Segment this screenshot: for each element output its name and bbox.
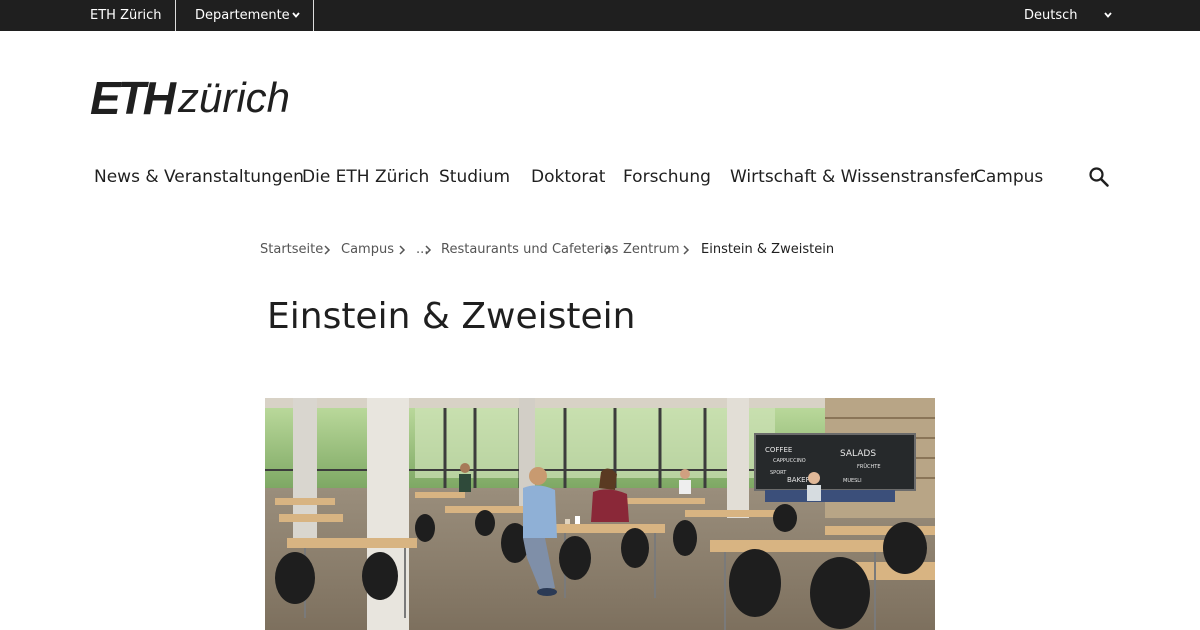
eth-home-link[interactable]: ETH Zürich bbox=[90, 0, 162, 31]
chalkboard-word: SPORT bbox=[770, 470, 787, 476]
chalkboard-word: COFFEE bbox=[765, 446, 792, 454]
nav-item-campus[interactable]: Campus bbox=[974, 165, 1043, 189]
chalkboard-word: CAPPUCCINO bbox=[773, 458, 806, 464]
breadcrumb-current: Einstein & Zweistein bbox=[701, 242, 835, 257]
chevron-right-icon bbox=[683, 245, 690, 255]
chalkboard-word: SALADS bbox=[840, 449, 876, 459]
chevron-right-icon bbox=[605, 245, 612, 255]
hero-image: COFFEE SALADS CAPPUCCINO FRÜCHTE SPORT B… bbox=[265, 398, 935, 630]
chevron-down-icon bbox=[292, 12, 300, 18]
chalkboard-word: MUESLI bbox=[843, 478, 862, 484]
chevron-right-icon bbox=[324, 245, 331, 255]
logo-zurich-text: zürich bbox=[178, 74, 291, 121]
language-label: Deutsch bbox=[1024, 8, 1078, 23]
top-bar-divider bbox=[313, 0, 314, 31]
breadcrumb-item[interactable]: Campus bbox=[341, 241, 394, 259]
nav-item-die-eth[interactable]: Die ETH Zürich bbox=[302, 165, 429, 189]
eth-zurich-logo[interactable]: ETH zürich bbox=[90, 72, 300, 124]
language-dropdown[interactable]: Deutsch bbox=[1024, 0, 1120, 31]
cafeteria-photo: COFFEE SALADS CAPPUCCINO FRÜCHTE SPORT B… bbox=[265, 398, 935, 630]
search-icon[interactable] bbox=[1088, 166, 1110, 188]
page-title: Einstein & Zweistein bbox=[267, 296, 636, 337]
chalkboard-word: FRÜCHTE bbox=[857, 463, 880, 470]
nav-item-studium[interactable]: Studium bbox=[439, 165, 510, 189]
breadcrumb-item[interactable]: Zentrum bbox=[623, 241, 680, 259]
top-bar: ETH Zürich Departemente Deutsch bbox=[0, 0, 1200, 31]
nav-item-forschung[interactable]: Forschung bbox=[623, 165, 711, 189]
chevron-right-icon bbox=[399, 245, 406, 255]
breadcrumb-item[interactable]: Startseite bbox=[260, 241, 323, 259]
breadcrumb-item[interactable]: Restaurants und Cafeterias bbox=[441, 241, 618, 259]
logo-eth-text: ETH bbox=[90, 72, 176, 124]
departments-label: Departemente bbox=[195, 8, 290, 23]
chevron-right-icon bbox=[425, 245, 432, 255]
nav-item-wirtschaft[interactable]: Wirtschaft & Wissenstransfer bbox=[730, 165, 977, 189]
departments-dropdown[interactable]: Departemente bbox=[176, 0, 313, 31]
nav-item-doktorat[interactable]: Doktorat bbox=[531, 165, 605, 189]
chevron-down-icon bbox=[1104, 12, 1112, 18]
nav-item-news[interactable]: News & Veranstaltungen bbox=[94, 165, 304, 189]
